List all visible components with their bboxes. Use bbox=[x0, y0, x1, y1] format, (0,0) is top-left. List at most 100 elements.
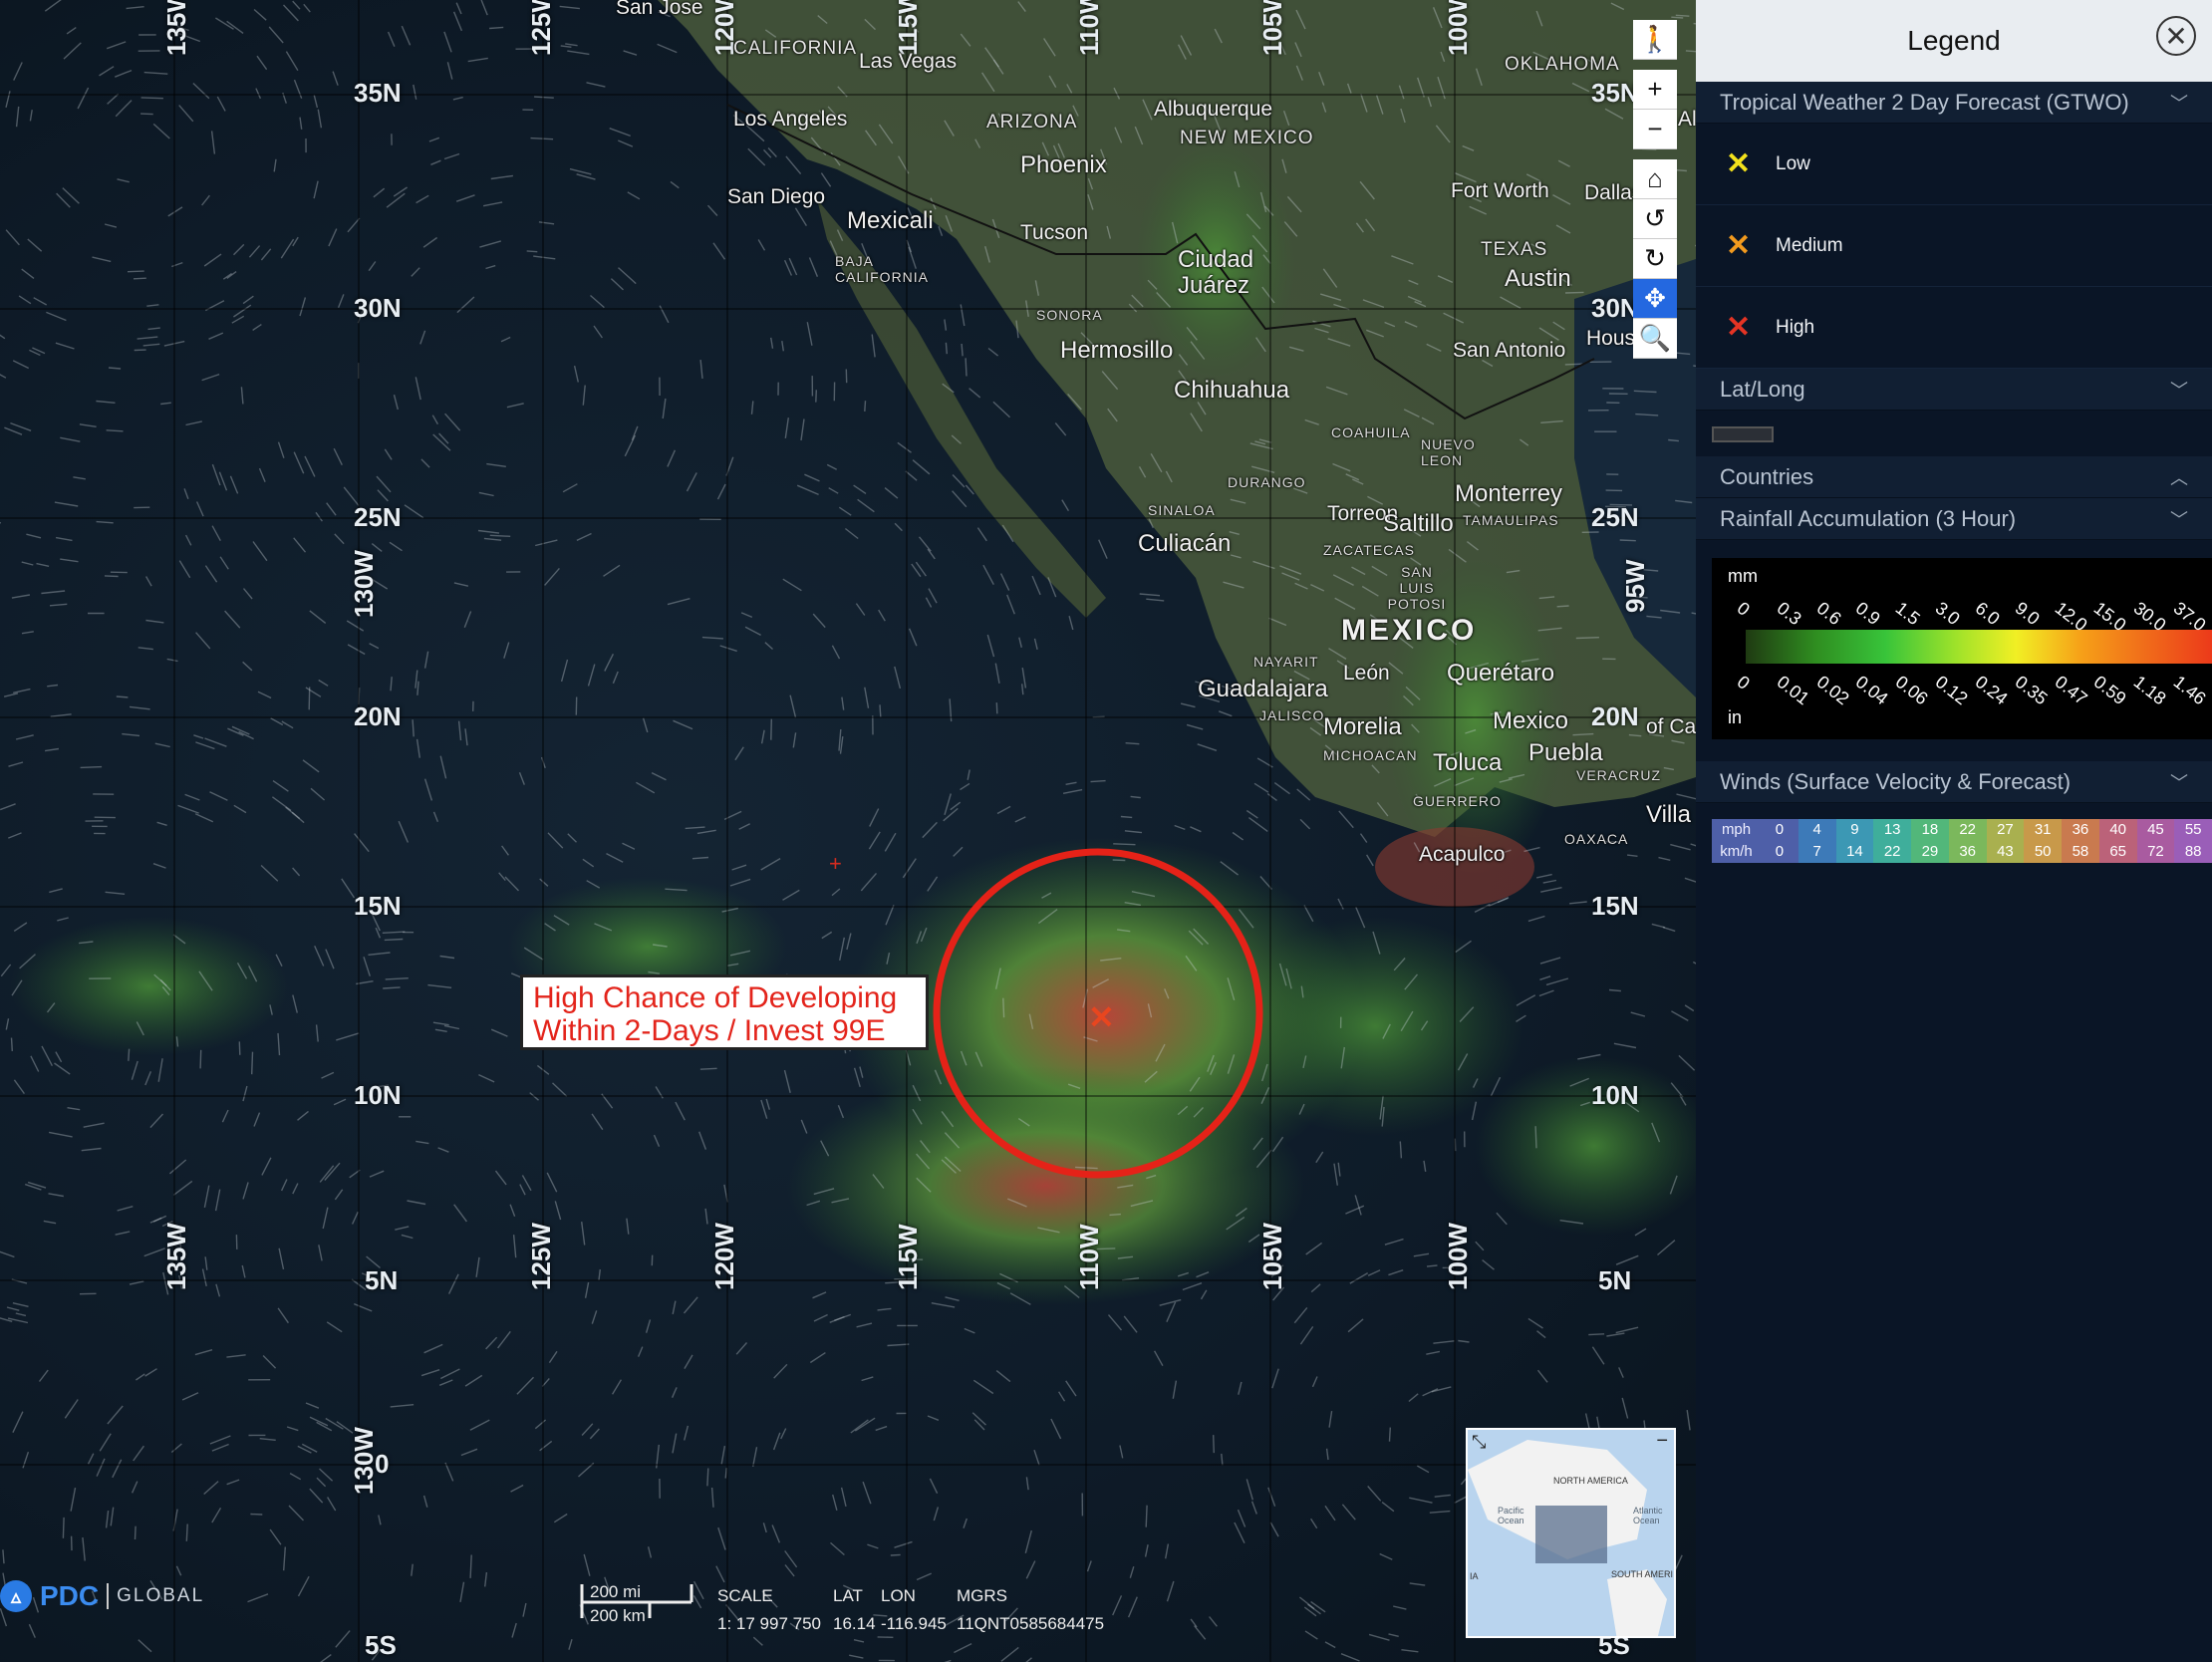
place-label: Las Vegas bbox=[859, 50, 958, 73]
lon-label-side: 130W bbox=[349, 550, 379, 618]
place-label: DURANGO bbox=[1228, 474, 1306, 490]
collapse-icon[interactable]: − bbox=[1656, 1430, 1668, 1453]
lon-label-bottom: 115W bbox=[893, 1224, 923, 1291]
lat-label-right: 15N bbox=[1591, 891, 1639, 921]
high-x-icon: ✕ bbox=[1726, 311, 1752, 344]
section-latlong[interactable]: Lat/Long ﹀ bbox=[1696, 369, 2212, 411]
place-label: VERACRUZ bbox=[1576, 767, 1662, 783]
rain-unit-mm: mm bbox=[1728, 566, 1758, 586]
place-label: NEW MEXICO bbox=[1180, 128, 1314, 148]
chevron-down-icon: ﹀ bbox=[2170, 93, 2188, 114]
winds-value: 55 bbox=[2174, 819, 2212, 841]
winds-value: 22 bbox=[1948, 819, 1987, 841]
legend-panel: Legend ✕ Tropical Weather 2 Day Forecast… bbox=[1696, 0, 2212, 1662]
place-label: Hermosillo bbox=[1060, 337, 1174, 364]
winds-value: 45 bbox=[2136, 819, 2175, 841]
place-label: Acapulco bbox=[1419, 843, 1506, 866]
winds-value: 27 bbox=[1986, 819, 2025, 841]
home-icon[interactable]: ⌂ bbox=[1633, 159, 1677, 199]
place-label: Austin bbox=[1505, 265, 1571, 292]
place-label: Puebla bbox=[1528, 739, 1603, 766]
minimap-label: IA bbox=[1470, 1571, 1479, 1581]
zoom-box-icon[interactable]: 🔍 bbox=[1633, 319, 1677, 359]
place-label: GUERRERO bbox=[1413, 793, 1502, 809]
lat-label: 5N bbox=[365, 1265, 399, 1295]
winds-value: 31 bbox=[2024, 819, 2063, 841]
legend-title: Legend bbox=[1907, 25, 2001, 56]
winds-scale: mph 0 4 9 13 18 22 27 31 36 40 45 55 km/h 0 7 14 22 29 36 4… bbox=[1712, 819, 2212, 863]
lat-label: 35N bbox=[354, 78, 402, 108]
section-gtwo[interactable]: Tropical Weather 2 Day Forecast (GTWO) ﹀ bbox=[1696, 82, 2212, 124]
scale-readout: SCALE 1: 17 997 750 bbox=[717, 1586, 821, 1633]
rain-unit-in: in bbox=[1728, 707, 1743, 727]
pdc-logo: ▵ PDC GLOBAL bbox=[0, 1580, 204, 1612]
mgrs-readout: MGRS 11QNT0585684475 bbox=[957, 1586, 1105, 1633]
place-label: MICHOACAN bbox=[1323, 747, 1418, 763]
storm-callout: High Chance of Developing Within 2-Days … bbox=[520, 974, 929, 1050]
section-rainfall[interactable]: Rainfall Accumulation (3 Hour) ﹀ bbox=[1696, 498, 2212, 540]
place-label: OAXACA bbox=[1564, 831, 1629, 847]
rainfall-scale: mm in 0 0.3 0.6 0.9 1.5 3.0 6.0 9.0 12.0 15.0 30.0… bbox=[1712, 558, 2212, 739]
lat-label-right: 30N bbox=[1591, 293, 1639, 323]
place-label: CALIFORNIA bbox=[733, 38, 858, 59]
rain-tick-mm: 0.3 bbox=[1773, 598, 1805, 630]
place-label: MEXICO bbox=[1341, 614, 1478, 647]
place-label: Albuquerque bbox=[1154, 98, 1273, 121]
winds-value: 0 bbox=[1761, 841, 1798, 863]
winds-value: 58 bbox=[2062, 841, 2099, 863]
rain-tick-mm: 0.9 bbox=[1852, 598, 1885, 630]
zoom-out-button[interactable]: − bbox=[1633, 110, 1677, 149]
section-countries[interactable]: Countries ︿ bbox=[1696, 456, 2212, 498]
close-icon[interactable]: ✕ bbox=[2156, 16, 2196, 56]
place-label: Fort Worth bbox=[1451, 179, 1549, 202]
winds-value: 0 bbox=[1761, 819, 1798, 841]
rain-tick-in: 0.01 bbox=[1773, 672, 1813, 709]
place-label: Los Angeles bbox=[733, 108, 848, 131]
place-label: TAMAULIPAS bbox=[1463, 512, 1559, 528]
rotate-right-icon[interactable]: ↻ bbox=[1633, 239, 1677, 279]
rotate-left-icon[interactable]: ↺ bbox=[1633, 199, 1677, 239]
lon-label-bottom: 125W bbox=[526, 1223, 556, 1290]
rain-tick-in: 0 bbox=[1733, 672, 1754, 693]
lon-label-side: 130W bbox=[349, 1427, 379, 1495]
lon-label: 135W bbox=[161, 0, 191, 56]
place-label: Culiacán bbox=[1138, 530, 1232, 557]
overview-minimap[interactable]: ⤡ − NORTH AMERICA Pacific Ocean Atlantic… bbox=[1466, 1428, 1676, 1638]
expand-icon[interactable]: ⤡ bbox=[1472, 1432, 1486, 1453]
winds-value: 13 bbox=[1873, 819, 1912, 841]
chevron-down-icon: ﹀ bbox=[2170, 509, 2188, 530]
street-view-icon[interactable]: 🚶 bbox=[1633, 20, 1677, 60]
winds-mph-label: mph bbox=[1712, 819, 1762, 841]
high-chance-marker: ✕ bbox=[1088, 999, 1115, 1035]
rain-tick-mm: 0 bbox=[1733, 598, 1754, 620]
chevron-down-icon: ﹀ bbox=[2170, 772, 2188, 793]
rain-tick-mm: 0.6 bbox=[1812, 598, 1845, 630]
place-label: SINALOA bbox=[1148, 502, 1216, 518]
lon-label: 125W bbox=[526, 0, 556, 56]
rain-tick-in: 0.04 bbox=[1852, 672, 1893, 709]
lat-label: 25N bbox=[354, 502, 402, 532]
winds-value: 72 bbox=[2136, 841, 2175, 863]
rainfall-color-bar bbox=[1746, 630, 2212, 664]
pan-icon[interactable]: ✥ bbox=[1633, 279, 1677, 319]
place-label: Mexico bbox=[1493, 707, 1569, 734]
section-winds[interactable]: Winds (Surface Velocity & Forecast) ﹀ bbox=[1696, 761, 2212, 803]
place-label: TEXAS bbox=[1481, 239, 1548, 260]
winds-value: 43 bbox=[1986, 841, 2025, 863]
callout-line-2: Within 2-Days / Invest 99E bbox=[533, 1014, 886, 1047]
callout-line-1: High Chance of Developing bbox=[533, 981, 898, 1014]
chevron-down-icon: ﹀ bbox=[2170, 380, 2188, 401]
place-label: BAJA CALIFORNIA bbox=[835, 253, 930, 285]
lon-label-bottom: 105W bbox=[1257, 1223, 1287, 1290]
minimap-label: SOUTH AMERI bbox=[1611, 1569, 1674, 1579]
rain-tick-in: 1.18 bbox=[2129, 672, 2170, 709]
rain-tick-in: 0.06 bbox=[1891, 672, 1932, 709]
zoom-in-button[interactable]: + bbox=[1633, 70, 1677, 110]
lat-label-right: 25N bbox=[1591, 502, 1639, 532]
place-label: San Antonio bbox=[1453, 339, 1566, 362]
rain-tick-mm: 6.0 bbox=[1971, 598, 2004, 630]
winds-value: 65 bbox=[2098, 841, 2137, 863]
winds-value: 18 bbox=[1911, 819, 1949, 841]
map-canvas[interactable]: ✕ + 35N 30N 25N 20N 15N 10N 5N 0 5S 35N … bbox=[0, 0, 1696, 1662]
lat-label-right: 20N bbox=[1591, 701, 1639, 731]
